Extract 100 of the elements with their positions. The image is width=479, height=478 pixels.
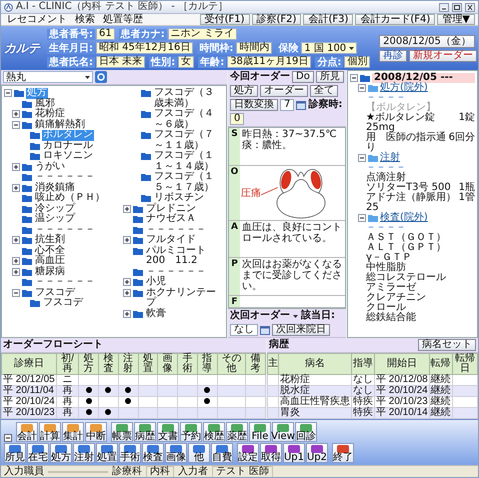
tool-button[interactable]: File — [249, 422, 271, 442]
tree-item[interactable]: 高血圧 — [34, 256, 66, 266]
expand-icon[interactable] — [12, 268, 20, 276]
tool-button[interactable]: 終了 — [332, 443, 354, 463]
tree-item[interactable]: 心不全 — [34, 246, 66, 256]
tree-item[interactable]: 咳止め（ＰＨ） — [34, 193, 106, 204]
collapse-icon[interactable] — [4, 89, 12, 97]
next-visit-button[interactable]: 次回来院日 — [272, 324, 330, 336]
tree-item[interactable]: フスコデ（１５～１７歳） — [153, 172, 224, 193]
column-header[interactable]: 診療日 — [2, 354, 56, 374]
tool-button[interactable]: 会計 — [16, 422, 38, 442]
tool-button[interactable]: 手術 — [119, 443, 141, 463]
tree-item[interactable]: フスコデ（３歳未満） — [153, 88, 224, 109]
column-header[interactable]: 備考 — [246, 354, 266, 374]
collapse-icon[interactable] — [358, 84, 366, 92]
tool-button[interactable]: 検歴 — [203, 422, 225, 442]
tree-item[interactable]: うがい — [34, 162, 66, 172]
tool-button[interactable]: 注射 — [73, 443, 95, 463]
tree-item[interactable]: －－－－－－ — [145, 266, 207, 277]
caret-icon[interactable] — [348, 44, 356, 52]
expand-icon[interactable] — [12, 236, 20, 244]
collapse-icon[interactable] — [358, 154, 366, 162]
table-row[interactable]: 平 20/12/05 ニ — [2, 374, 266, 386]
column-header[interactable]: その他 — [217, 354, 246, 374]
caret-icon[interactable] — [84, 74, 91, 80]
tree-item[interactable]: 温シップ — [34, 214, 76, 224]
tree-item[interactable]: フスコデ — [42, 298, 84, 308]
tree-item[interactable]: 風邪 — [34, 98, 56, 109]
close-icon[interactable] — [465, 2, 475, 12]
nav-button[interactable]: 診察(F2) — [252, 14, 302, 25]
order-button[interactable]: オーダー — [260, 85, 308, 97]
tree-item[interactable]: －－－－－－ — [145, 224, 207, 235]
days-field[interactable]: 7 — [280, 99, 294, 111]
tool-button[interactable]: 他 — [188, 443, 210, 463]
tree-item[interactable]: フスコデ（１１～１４歳） — [153, 151, 224, 172]
tree-item[interactable]: ナウゼスＡ — [145, 214, 197, 224]
tool-button[interactable]: 文書 — [157, 422, 179, 442]
tool-button[interactable]: 検査 — [142, 443, 164, 463]
tree-item[interactable]: 軟膏 — [145, 308, 167, 319]
collapse-icon[interactable] — [4, 434, 12, 442]
column-header[interactable]: 指導 — [352, 354, 374, 374]
tool-button[interactable]: 設定 — [237, 443, 259, 463]
column-header[interactable]: 処置 — [138, 354, 158, 374]
tool-button[interactable]: 回診 — [295, 422, 317, 442]
column-header[interactable]: 指導 — [197, 354, 218, 374]
nav-button[interactable]: 会計カード(F4) — [355, 14, 436, 25]
collapse-icon[interactable] — [358, 214, 366, 222]
tool-button[interactable]: 中断 — [85, 422, 107, 442]
tool-button[interactable]: 取得 — [260, 443, 282, 463]
column-header[interactable]: 手術 — [178, 354, 198, 374]
tool-button[interactable]: 予約 — [180, 422, 202, 442]
tree-item[interactable]: －－－－－－ — [34, 224, 96, 235]
table-row[interactable]: 平 20/10/24 再 — [2, 396, 266, 408]
expand-icon[interactable] — [123, 278, 131, 286]
disease-set-button[interactable]: 病名セット — [418, 339, 476, 351]
column-header[interactable]: 主 — [268, 354, 278, 374]
nav-button[interactable]: 管理▼ — [437, 14, 475, 25]
tree-item[interactable]: 鎮痛解熱剤 — [34, 120, 86, 130]
table-row[interactable]: 高血圧性腎疾患 特疾 平 20/10/23 継続 — [268, 396, 478, 408]
tool-button[interactable]: 処方 — [50, 443, 72, 463]
menu-item[interactable]: 処置等歴 — [100, 14, 146, 25]
tool-button[interactable]: 在宅 — [27, 443, 49, 463]
tree-item[interactable]: プレドニン — [145, 204, 197, 214]
caret-icon[interactable] — [292, 312, 299, 320]
column-header[interactable]: 注射 — [118, 354, 138, 374]
order-button[interactable]: 処方 — [230, 85, 258, 97]
tool-button[interactable]: 所見 — [4, 443, 26, 463]
tree-item[interactable]: 冷シップ — [34, 204, 76, 214]
tree-item[interactable]: 抗生剤 — [34, 235, 66, 246]
table-row[interactable]: 胃炎 特疾 平 20/10/14 継続 — [268, 408, 478, 418]
expand-icon[interactable] — [12, 162, 20, 170]
column-header[interactable]: 転帰 — [429, 354, 452, 374]
tree-item[interactable]: フルタイド — [145, 235, 197, 246]
calendar-icon[interactable] — [296, 100, 306, 110]
tree-item[interactable]: 小児 — [145, 277, 167, 288]
tree-item[interactable]: リボスチン — [153, 193, 205, 204]
settings-icon[interactable] — [95, 71, 107, 83]
column-header[interactable]: 転帰日 — [452, 354, 478, 374]
table-row[interactable]: 平 20/11/04 再 — [2, 386, 266, 396]
tool-button[interactable]: 病歴 — [134, 422, 156, 442]
order-group-link[interactable]: 注射 — [380, 153, 400, 163]
tool-button[interactable]: 画像 — [165, 443, 187, 463]
tree-item[interactable]: －－－－－－ — [34, 277, 96, 288]
column-header[interactable]: 病名 — [278, 354, 352, 374]
tool-button[interactable]: 集計 — [62, 422, 84, 442]
calendar-icon[interactable] — [260, 325, 270, 335]
new-order-button[interactable]: 新規オーダー — [409, 50, 477, 62]
date-field[interactable]: なし — [230, 324, 258, 336]
maximize-icon[interactable] — [452, 2, 462, 12]
expand-icon[interactable] — [12, 110, 20, 118]
table-row[interactable]: 平 20/10/23 再 — [2, 408, 266, 418]
order-button[interactable]: 全て — [310, 85, 338, 97]
tree-item[interactable]: パルミコート200 11.2 — [145, 246, 224, 266]
minimize-icon[interactable] — [439, 2, 449, 12]
tool-button[interactable]: View — [272, 422, 294, 442]
column-header[interactable]: 開始日 — [374, 354, 430, 374]
tree-item[interactable]: フスコデ — [34, 288, 76, 298]
expand-icon[interactable] — [123, 288, 131, 296]
order-group-link[interactable]: 検査(院外) — [380, 213, 428, 223]
menu-item[interactable]: 検索 — [72, 14, 98, 25]
